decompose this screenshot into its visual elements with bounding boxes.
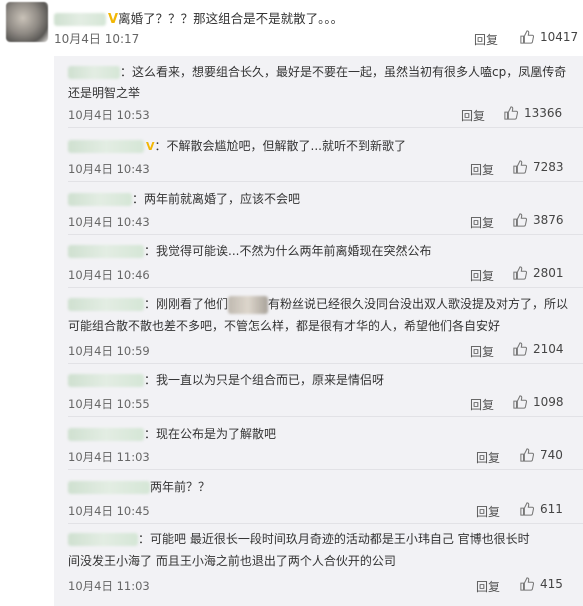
like-button[interactable]: 1098 bbox=[513, 395, 564, 409]
like-count: 740 bbox=[540, 448, 563, 462]
timestamp: 10月4日 11:03 bbox=[68, 579, 150, 593]
reply-button[interactable]: 回复 bbox=[470, 214, 494, 231]
like-count: 415 bbox=[540, 577, 563, 591]
like-count: 3876 bbox=[533, 213, 564, 227]
thumbs-up-icon bbox=[513, 213, 527, 227]
reply-button[interactable]: 回复 bbox=[470, 343, 494, 360]
reply-button[interactable]: 回复 bbox=[470, 396, 494, 413]
reply-button[interactable]: 回复 bbox=[474, 31, 498, 48]
reply-button[interactable]: 回复 bbox=[461, 107, 485, 124]
thumbs-up-icon bbox=[504, 106, 518, 120]
thumbs-up-icon bbox=[513, 342, 527, 356]
like-button[interactable]: 740 bbox=[520, 448, 563, 462]
avatar[interactable] bbox=[6, 2, 48, 42]
like-button[interactable]: 7283 bbox=[513, 160, 564, 174]
like-count: 611 bbox=[540, 502, 563, 516]
reply-text: ：现在公布是为了解散吧 bbox=[68, 424, 573, 444]
username-blurred[interactable] bbox=[68, 481, 150, 494]
divider bbox=[68, 523, 583, 524]
vip-icon: V bbox=[146, 139, 155, 153]
like-count: 2801 bbox=[533, 266, 564, 280]
thumbs-up-icon bbox=[520, 577, 534, 591]
like-count: 7283 bbox=[533, 160, 564, 174]
like-count: 13366 bbox=[524, 106, 563, 120]
reply-text: ：这么看来，想要组合长久，最好是不要在一起，虽然当初有很多人嗑cp，凤凰传奇 bbox=[68, 62, 573, 82]
divider bbox=[68, 234, 583, 235]
reply-button[interactable]: 回复 bbox=[476, 578, 500, 595]
username-blurred[interactable] bbox=[68, 66, 120, 79]
reply-text: 两年前？？ bbox=[68, 477, 573, 497]
reply-text-line2: 还是明智之举 bbox=[68, 86, 141, 100]
reply-button[interactable]: 回复 bbox=[470, 267, 494, 284]
thumbs-up-icon bbox=[513, 395, 527, 409]
reply-text: ：可能吧 最近很长一段时间玖月奇迹的活动都是王小玮自己 官博也很长时 bbox=[68, 529, 573, 549]
blurred-image bbox=[228, 295, 269, 314]
thumbs-up-icon bbox=[520, 30, 534, 44]
main-comment-line: V离婚了？？？那这组合是不是就散了。。。 bbox=[54, 8, 343, 27]
username-blurred[interactable] bbox=[68, 193, 132, 206]
timestamp: 10月4日 10:45 bbox=[68, 504, 150, 518]
reply-button[interactable]: 回复 bbox=[476, 449, 500, 466]
timestamp: 10月4日 10:43 bbox=[68, 215, 150, 229]
divider bbox=[68, 181, 583, 182]
reply-text: ：两年前就离婚了，应该不会吧 bbox=[68, 189, 573, 209]
like-button[interactable]: 611 bbox=[520, 502, 563, 516]
thumbs-up-icon bbox=[513, 160, 527, 174]
timestamp: 10月4日 10:53 bbox=[68, 108, 150, 122]
timestamp: 10月4日 11:03 bbox=[68, 450, 150, 464]
username-blurred[interactable] bbox=[68, 428, 144, 441]
username-blurred[interactable] bbox=[68, 298, 144, 311]
like-count: 1098 bbox=[533, 395, 564, 409]
like-button[interactable]: 2801 bbox=[513, 266, 564, 280]
vip-icon: V bbox=[108, 12, 119, 27]
thumbs-up-icon bbox=[520, 502, 534, 516]
like-count: 10417 bbox=[540, 30, 579, 44]
divider bbox=[68, 469, 583, 470]
timestamp: 10月4日 10:43 bbox=[68, 162, 150, 176]
reply-text-line2: 间没发王小海了 而且王小海之前也退出了两个人合伙开的公司 bbox=[68, 554, 396, 568]
reply-text: ：我一直以为只是个组合而已，原来是情侣呀 bbox=[68, 370, 573, 390]
like-button[interactable]: 3876 bbox=[513, 213, 564, 227]
like-count: 2104 bbox=[533, 342, 564, 356]
timestamp: 10月4日 10:17 bbox=[54, 32, 140, 46]
like-button[interactable]: 2104 bbox=[513, 342, 564, 356]
like-button[interactable]: 13366 bbox=[504, 106, 562, 120]
reply-button[interactable]: 回复 bbox=[476, 503, 500, 520]
divider bbox=[68, 416, 583, 417]
timestamp: 10月4日 10:59 bbox=[68, 344, 150, 358]
timestamp: 10月4日 10:55 bbox=[68, 397, 150, 411]
username-blurred[interactable] bbox=[68, 374, 144, 387]
username-blurred[interactable] bbox=[68, 140, 144, 153]
main-comment-text: 离婚了？？？那这组合是不是就散了。。。 bbox=[118, 11, 344, 26]
divider bbox=[68, 127, 583, 128]
like-button[interactable]: 415 bbox=[520, 577, 563, 591]
divider bbox=[68, 287, 583, 288]
thumbs-up-icon bbox=[520, 448, 534, 462]
reply-button[interactable]: 回复 bbox=[470, 161, 494, 178]
main-comment: V离婚了？？？那这组合是不是就散了。。。 10月4日 10:17 回复 1041… bbox=[0, 0, 583, 56]
reply-text: ：刚刚看了他们 有粉丝说已经很久没同台没出双人歌没提及对方了，所以 bbox=[68, 294, 573, 314]
username-blurred[interactable] bbox=[54, 13, 106, 26]
username-blurred[interactable] bbox=[68, 245, 144, 258]
reply-text: V：不解散会尴尬吧，但解散了...就听不到新歌了 bbox=[68, 136, 573, 157]
timestamp: 10月4日 10:46 bbox=[68, 268, 150, 282]
divider bbox=[68, 363, 583, 364]
username-blurred[interactable] bbox=[68, 533, 138, 546]
like-button[interactable]: 10417 bbox=[520, 30, 578, 44]
thumbs-up-icon bbox=[513, 266, 527, 280]
reply-text-line2: 可能组合散不散也差不多吧，不管怎么样，都是很有才华的人，希望他们各自安好 bbox=[68, 319, 501, 333]
reply-text: ：我觉得可能诶...不然为什么两年前离婚现在突然公布 bbox=[68, 241, 573, 261]
